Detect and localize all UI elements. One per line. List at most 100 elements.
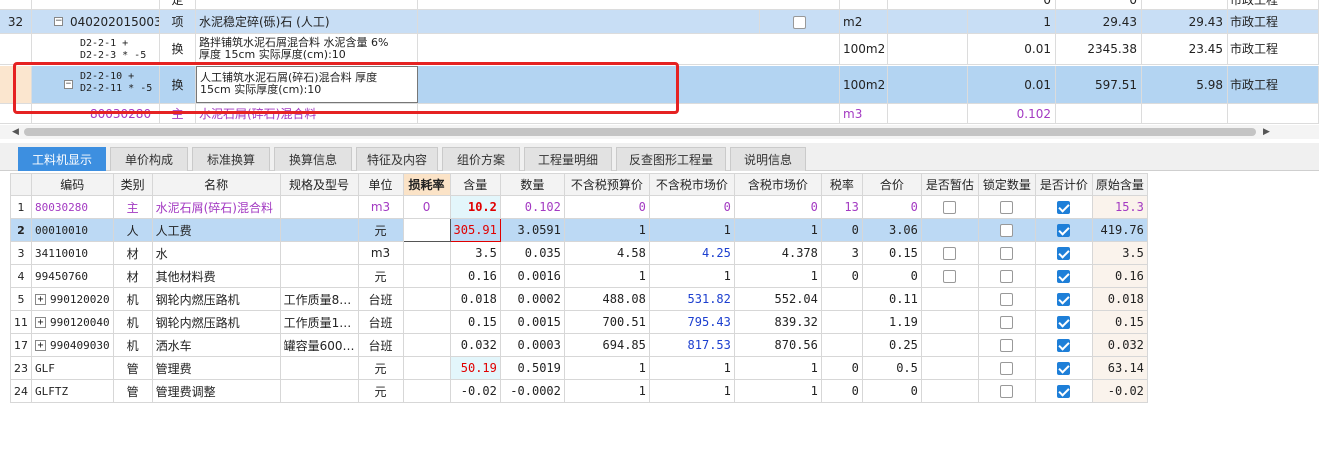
- cell-budget-price[interactable]: 1: [563, 264, 650, 288]
- cell-unit[interactable]: m3: [357, 195, 404, 219]
- cell-tax-rate[interactable]: 3: [820, 241, 863, 265]
- cell-lock-qty[interactable]: [977, 195, 1036, 219]
- cell-name[interactable]: 管理费: [151, 356, 281, 380]
- col-provisional[interactable]: 是否暂估: [920, 173, 979, 196]
- unchecked-checkbox[interactable]: [1000, 224, 1014, 237]
- col-category[interactable]: 类别: [112, 173, 153, 196]
- cell-tax-market-price[interactable]: 839.32: [733, 310, 822, 334]
- cell-priced[interactable]: [1034, 241, 1093, 265]
- cell-name[interactable]: 水: [151, 241, 281, 265]
- cell-market-price[interactable]: 0: [648, 195, 735, 219]
- cell-budget-price[interactable]: 1: [563, 218, 650, 242]
- col-market-price[interactable]: 不含税市场价: [648, 173, 735, 196]
- cell-priced[interactable]: [1034, 218, 1093, 242]
- cell-orig-content[interactable]: -0.02: [1091, 379, 1148, 403]
- unchecked-checkbox[interactable]: [1000, 385, 1014, 398]
- cell-tax-rate[interactable]: [820, 287, 863, 311]
- cell-market-price[interactable]: 1: [648, 264, 735, 288]
- col-lock-qty[interactable]: 锁定数量: [977, 173, 1036, 196]
- cell-spec[interactable]: [279, 195, 359, 219]
- cell-unit[interactable]: m3: [357, 241, 404, 265]
- cell-budget-price[interactable]: 4.58: [563, 241, 650, 265]
- cell-orig-content[interactable]: 0.15: [1091, 310, 1148, 334]
- cell-tax-rate[interactable]: 0: [820, 379, 863, 403]
- cell-orig-content[interactable]: 15.3: [1091, 195, 1148, 219]
- cell-code[interactable]: +990120020: [31, 287, 114, 311]
- table-row[interactable]: 23 GLF 管管理费元 50.19 0.5019 1 1 1 0 0.5 63.14: [10, 356, 1148, 380]
- cell-quantity[interactable]: 0.0016: [499, 264, 565, 288]
- cell-spec[interactable]: [279, 241, 359, 265]
- cell-category[interactable]: 机: [112, 287, 153, 311]
- cell-name[interactable]: 人工费: [151, 218, 281, 242]
- cell-name[interactable]: 水泥石屑(碎石)混合料: [151, 195, 281, 219]
- cell-lock-qty[interactable]: [977, 356, 1036, 380]
- cell-quantity[interactable]: 0.102: [499, 195, 565, 219]
- checked-checkbox[interactable]: [1057, 224, 1071, 237]
- cell-tax-rate[interactable]: [820, 310, 863, 334]
- tab-conversion-info[interactable]: 换算信息: [274, 147, 352, 171]
- cell-priced[interactable]: [1034, 195, 1093, 219]
- cell-spec[interactable]: 工作质量8…: [279, 287, 359, 311]
- table-row[interactable]: 3 34110010 材水 m3 3.5 0.035 4.58 4.25 4.378 3 0.15 3…: [10, 241, 1148, 265]
- cell-content[interactable]: 0.018: [449, 287, 501, 311]
- cell-code[interactable]: 80030280: [31, 195, 114, 219]
- cell-category[interactable]: 管: [112, 356, 153, 380]
- cell-tax-market-price[interactable]: 1: [733, 379, 822, 403]
- cell-market-price[interactable]: 1: [648, 356, 735, 380]
- cell-content[interactable]: 50.19: [449, 356, 501, 380]
- cell-category[interactable]: 人: [112, 218, 153, 242]
- cell-loss-rate[interactable]: 0: [402, 195, 451, 219]
- cell-priced[interactable]: [1034, 356, 1093, 380]
- cell-total[interactable]: 1.19: [861, 310, 922, 334]
- cell-priced[interactable]: [1034, 264, 1093, 288]
- cell-unit[interactable]: 元: [357, 379, 404, 403]
- scroll-left-icon[interactable]: ◀: [12, 127, 19, 137]
- cell-priced[interactable]: [1034, 310, 1093, 334]
- cell-budget-price[interactable]: 694.85: [563, 333, 650, 357]
- cell-code[interactable]: 34110010: [31, 241, 114, 265]
- table-row[interactable]: 5 +990120020 机钢轮内燃压路机 工作质量8… 台班 0.018 0.0002 48…: [10, 287, 1148, 311]
- cell-unit[interactable]: 元: [357, 218, 404, 242]
- cell-tax-rate[interactable]: 0: [820, 356, 863, 380]
- checked-checkbox[interactable]: [1057, 201, 1071, 214]
- checked-checkbox[interactable]: [1057, 362, 1071, 375]
- cell-orig-content[interactable]: 0.16: [1091, 264, 1148, 288]
- item-checkbox[interactable]: [793, 16, 806, 29]
- cell-name[interactable]: 洒水车: [151, 333, 281, 357]
- cell-lock-qty[interactable]: [977, 379, 1036, 403]
- col-tax-rate[interactable]: 税率: [820, 173, 863, 196]
- col-priced[interactable]: 是否计价: [1034, 173, 1093, 196]
- cell-loss-rate[interactable]: [402, 356, 451, 380]
- checked-checkbox[interactable]: [1057, 385, 1071, 398]
- horizontal-scrollbar[interactable]: ◀ ▶: [0, 125, 1319, 139]
- cell-tax-rate[interactable]: 0: [820, 218, 863, 242]
- cell-tax-rate[interactable]: 0: [820, 264, 863, 288]
- col-code[interactable]: 编码: [31, 173, 114, 196]
- col-name[interactable]: 名称: [151, 173, 281, 196]
- cell-orig-content[interactable]: 0.018: [1091, 287, 1148, 311]
- col-spec[interactable]: 规格及型号: [279, 173, 359, 196]
- cell-tax-market-price[interactable]: 0: [733, 195, 822, 219]
- cell-tax-market-price[interactable]: 870.56: [733, 333, 822, 357]
- cell-code[interactable]: 00010010: [31, 218, 114, 242]
- cell-budget-price[interactable]: 1: [563, 379, 650, 403]
- cell-spec[interactable]: [279, 356, 359, 380]
- collapse-icon[interactable]: −: [54, 17, 63, 26]
- tab-unit-price[interactable]: 单价构成: [110, 147, 188, 171]
- cell-provisional[interactable]: [920, 379, 979, 403]
- checked-checkbox[interactable]: [1057, 270, 1071, 283]
- cell-lock-qty[interactable]: [977, 310, 1036, 334]
- cell-tax-market-price[interactable]: 1: [733, 218, 822, 242]
- cell-quantity[interactable]: 0.0002: [499, 287, 565, 311]
- unchecked-checkbox[interactable]: [1000, 270, 1014, 283]
- cell-content[interactable]: 0.032: [449, 333, 501, 357]
- cell-code[interactable]: +990409030: [31, 333, 114, 357]
- table-row[interactable]: 1 80030280 主水泥石屑(碎石)混合料 m3 0 10.2 0.102 0 0 0 13 0 1…: [10, 195, 1148, 219]
- cell-priced[interactable]: [1034, 287, 1093, 311]
- item-row[interactable]: D2-2-1 + D2-2-3 * -5 换 路拌铺筑水泥石屑混合料 水泥含量 6…: [0, 34, 1319, 65]
- cell-content[interactable]: 3.5: [449, 241, 501, 265]
- cell-spec[interactable]: 工作质量1…: [279, 310, 359, 334]
- cell-provisional[interactable]: [920, 195, 979, 219]
- cell-market-price[interactable]: 1: [648, 218, 735, 242]
- cell-code[interactable]: GLF: [31, 356, 114, 380]
